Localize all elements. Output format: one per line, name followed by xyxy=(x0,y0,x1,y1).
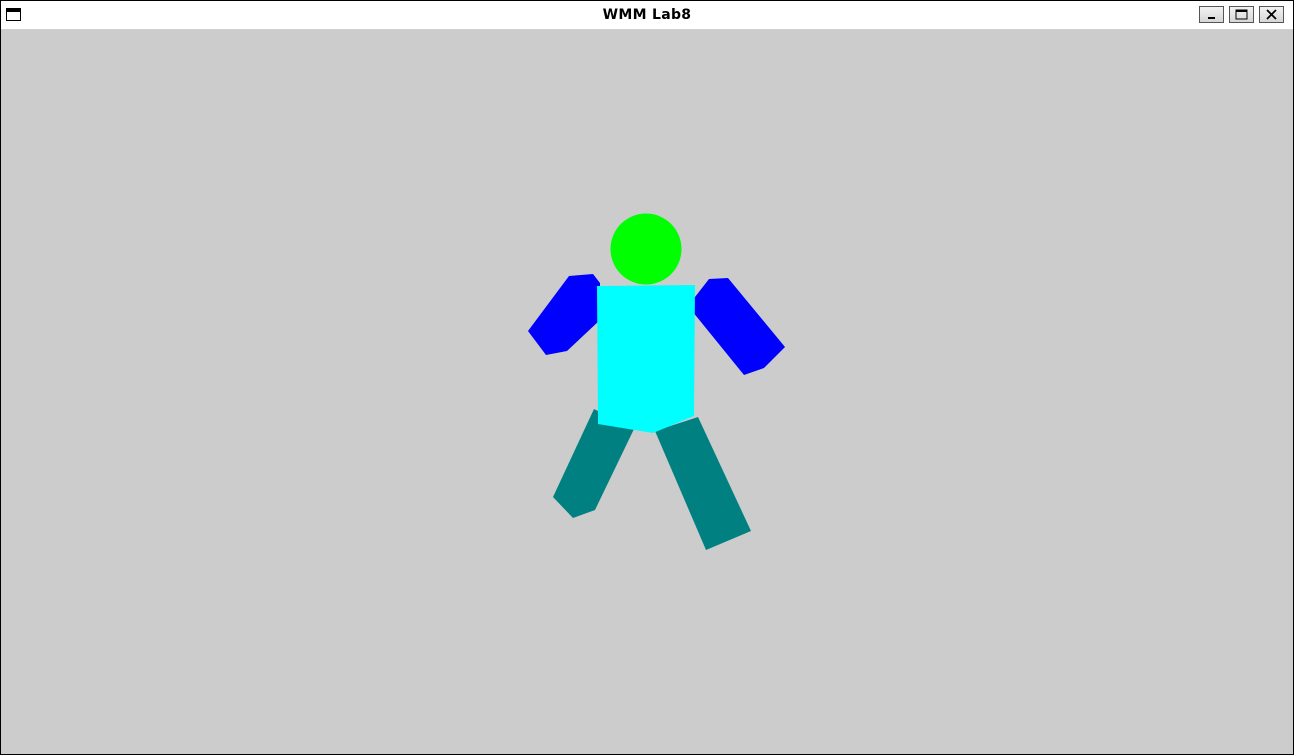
maximize-icon xyxy=(1235,9,1248,20)
right-leg xyxy=(655,417,751,550)
maximize-button[interactable] xyxy=(1229,6,1254,23)
app-window: WMM Lab8 xyxy=(0,0,1294,755)
window-title: WMM Lab8 xyxy=(602,7,692,23)
title-bar[interactable]: WMM Lab8 xyxy=(1,1,1293,30)
torso xyxy=(597,285,695,433)
right-arm xyxy=(688,278,785,375)
minimize-icon xyxy=(1208,17,1215,19)
left-arm xyxy=(528,274,600,355)
head xyxy=(610,213,682,285)
close-icon xyxy=(1266,9,1277,20)
close-button[interactable] xyxy=(1259,6,1284,23)
stick-figure-scene xyxy=(528,213,785,550)
minimize-button[interactable] xyxy=(1199,6,1224,23)
render-canvas[interactable] xyxy=(1,30,1293,754)
